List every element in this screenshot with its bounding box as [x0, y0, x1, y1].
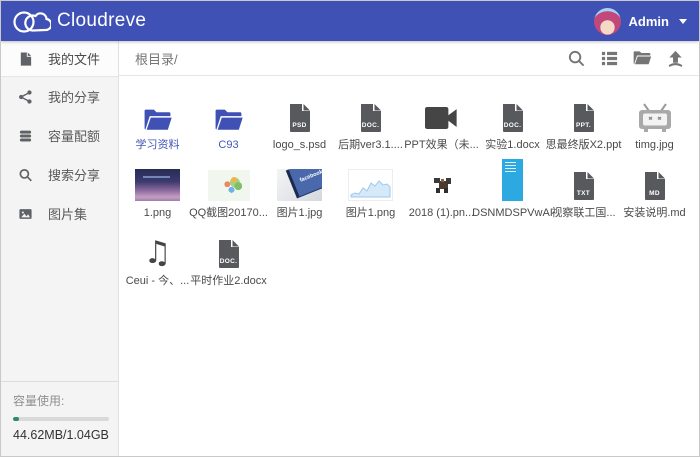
screenshot-thumbnail	[502, 153, 523, 201]
cloudreve-app: Cloudreve Admin 我的文件 我的分享	[0, 0, 700, 457]
file-name: logo_s.psd	[273, 138, 326, 152]
user-menu[interactable]: Admin	[594, 8, 687, 35]
file-item-document[interactable]: DOC. 后期ver3.1....	[335, 84, 406, 152]
sidebar: 我的文件 我的分享 容量配额	[1, 41, 119, 456]
map-thumbnail	[208, 153, 250, 201]
capacity-bar-fill	[13, 417, 19, 421]
file-name: PPT效果（未...	[404, 138, 479, 152]
file-item-document[interactable]: TXT 视察联工国...	[548, 152, 619, 220]
sidebar-item-quota[interactable]: 容量配额	[1, 116, 118, 155]
file-item-video[interactable]: PPT效果（未...	[406, 84, 477, 152]
file-item-document[interactable]: DOC. 平时作业2.docx	[193, 220, 264, 288]
chart-thumbnail	[348, 153, 393, 201]
share-icon	[18, 89, 33, 105]
doc-file-icon: DOC.	[359, 103, 383, 133]
sidebar-item-label: 图片集	[48, 204, 87, 223]
file-name: 图片1.jpg	[277, 206, 323, 220]
cloud-logo-icon	[11, 6, 51, 36]
capacity-usage: 44.62MB/1.04GB	[13, 428, 106, 442]
user-name: Admin	[629, 14, 669, 29]
file-name: DSNMDSPVwAI	[472, 206, 553, 220]
toolbar: 根目录/	[119, 41, 699, 76]
folder-icon	[213, 85, 244, 133]
top-bar: Cloudreve Admin	[1, 1, 699, 41]
file-name: 学习资料	[136, 138, 180, 152]
file-item-image[interactable]: 图片1.png	[335, 152, 406, 220]
file-item-document[interactable]: PSD logo_s.psd	[264, 84, 335, 152]
sidebar-item-search-shares[interactable]: 搜索分享	[1, 155, 118, 194]
sidebar-item-label: 我的分享	[48, 87, 100, 106]
doc-file-icon: DOC.	[217, 239, 241, 269]
chevron-down-icon	[679, 19, 687, 24]
md-file-icon: MD	[643, 171, 667, 201]
gallery-icon	[18, 206, 33, 222]
capacity-panel: 容量使用: 44.62MB/1.04GB	[1, 381, 118, 456]
file-item-document[interactable]: DOC. 实验1.docx	[477, 84, 548, 152]
folder-icon	[142, 85, 173, 133]
doc-file-icon: DOC.	[501, 103, 525, 133]
file-item-image[interactable]: timg.jpg	[619, 84, 690, 152]
psd-file-icon: PSD	[288, 103, 312, 133]
file-name: timg.jpg	[635, 138, 674, 152]
brand-logo[interactable]: Cloudreve	[11, 6, 146, 36]
search-icon	[567, 49, 586, 68]
brand-name: Cloudreve	[57, 10, 146, 32]
ppt-file-icon: PPT.	[572, 103, 596, 133]
file-name: 图片1.png	[346, 206, 396, 220]
file-name: 实验1.docx	[485, 138, 539, 152]
search-icon	[18, 167, 33, 183]
capacity-bar	[13, 417, 109, 421]
file-item-image[interactable]: 1.png	[122, 152, 193, 220]
capacity-label: 容量使用:	[13, 392, 106, 409]
file-name: 2018 (1).pn...	[409, 206, 474, 220]
search-button[interactable]	[566, 48, 586, 68]
file-name: 思最终版X2.ppt	[546, 138, 622, 152]
file-icon	[18, 51, 33, 67]
tv-thumbnail	[635, 85, 675, 133]
file-item-folder[interactable]: C93	[193, 84, 264, 152]
file-item-document[interactable]: PPT. 思最终版X2.ppt	[548, 84, 619, 152]
file-name: 后期ver3.1....	[338, 138, 403, 152]
file-name: 平时作业2.docx	[190, 274, 266, 288]
thumbnail-text: facebook	[299, 169, 322, 183]
facebook-thumbnail: facebook	[277, 153, 322, 201]
body: 我的文件 我的分享 容量配额	[1, 41, 699, 456]
file-name: 安装说明.md	[623, 206, 685, 220]
file-item-image[interactable]: DSNMDSPVwAI	[477, 152, 548, 220]
sidebar-item-gallery[interactable]: 图片集	[1, 194, 118, 233]
main-panel: 根目录/	[119, 41, 699, 456]
file-name: Ceui - 今、...	[126, 274, 190, 288]
file-item-image[interactable]: 2018 (1).pn...	[406, 152, 477, 220]
file-name: C93	[218, 138, 238, 152]
sunset-thumbnail	[135, 153, 180, 201]
video-file-icon	[425, 85, 458, 133]
sidebar-item-my-shares[interactable]: 我的分享	[1, 77, 118, 116]
breadcrumb[interactable]: 根目录/	[135, 49, 178, 68]
file-name: 视察联工国...	[551, 206, 615, 220]
file-item-audio[interactable]: ♫ Ceui - 今、...	[122, 220, 193, 288]
list-view-button[interactable]	[599, 48, 619, 68]
sidebar-item-my-files[interactable]: 我的文件	[1, 41, 118, 77]
file-name: 1.png	[144, 206, 172, 220]
music-note-icon: ♫	[144, 221, 172, 269]
file-grid: 学习资料 C93	[119, 76, 699, 288]
file-item-document[interactable]: MD 安装说明.md	[619, 152, 690, 220]
upload-icon	[666, 49, 685, 68]
open-folder-button[interactable]	[632, 48, 652, 68]
file-item-image[interactable]: facebook 图片1.jpg	[264, 152, 335, 220]
open-folder-icon	[632, 49, 652, 67]
sidebar-item-label: 容量配额	[48, 126, 100, 145]
sidebar-item-label: 搜索分享	[48, 165, 100, 184]
txt-file-icon: TXT	[572, 171, 596, 201]
storage-icon	[18, 128, 33, 144]
file-item-folder[interactable]: 学习资料	[122, 84, 193, 152]
file-name: QQ截图20170...	[189, 206, 268, 220]
upload-button[interactable]	[665, 48, 685, 68]
avatar	[594, 8, 621, 35]
sidebar-item-label: 我的文件	[48, 49, 100, 68]
file-item-image[interactable]: QQ截图20170...	[193, 152, 264, 220]
pixel-art-thumbnail	[422, 153, 462, 201]
list-view-icon	[600, 49, 619, 68]
